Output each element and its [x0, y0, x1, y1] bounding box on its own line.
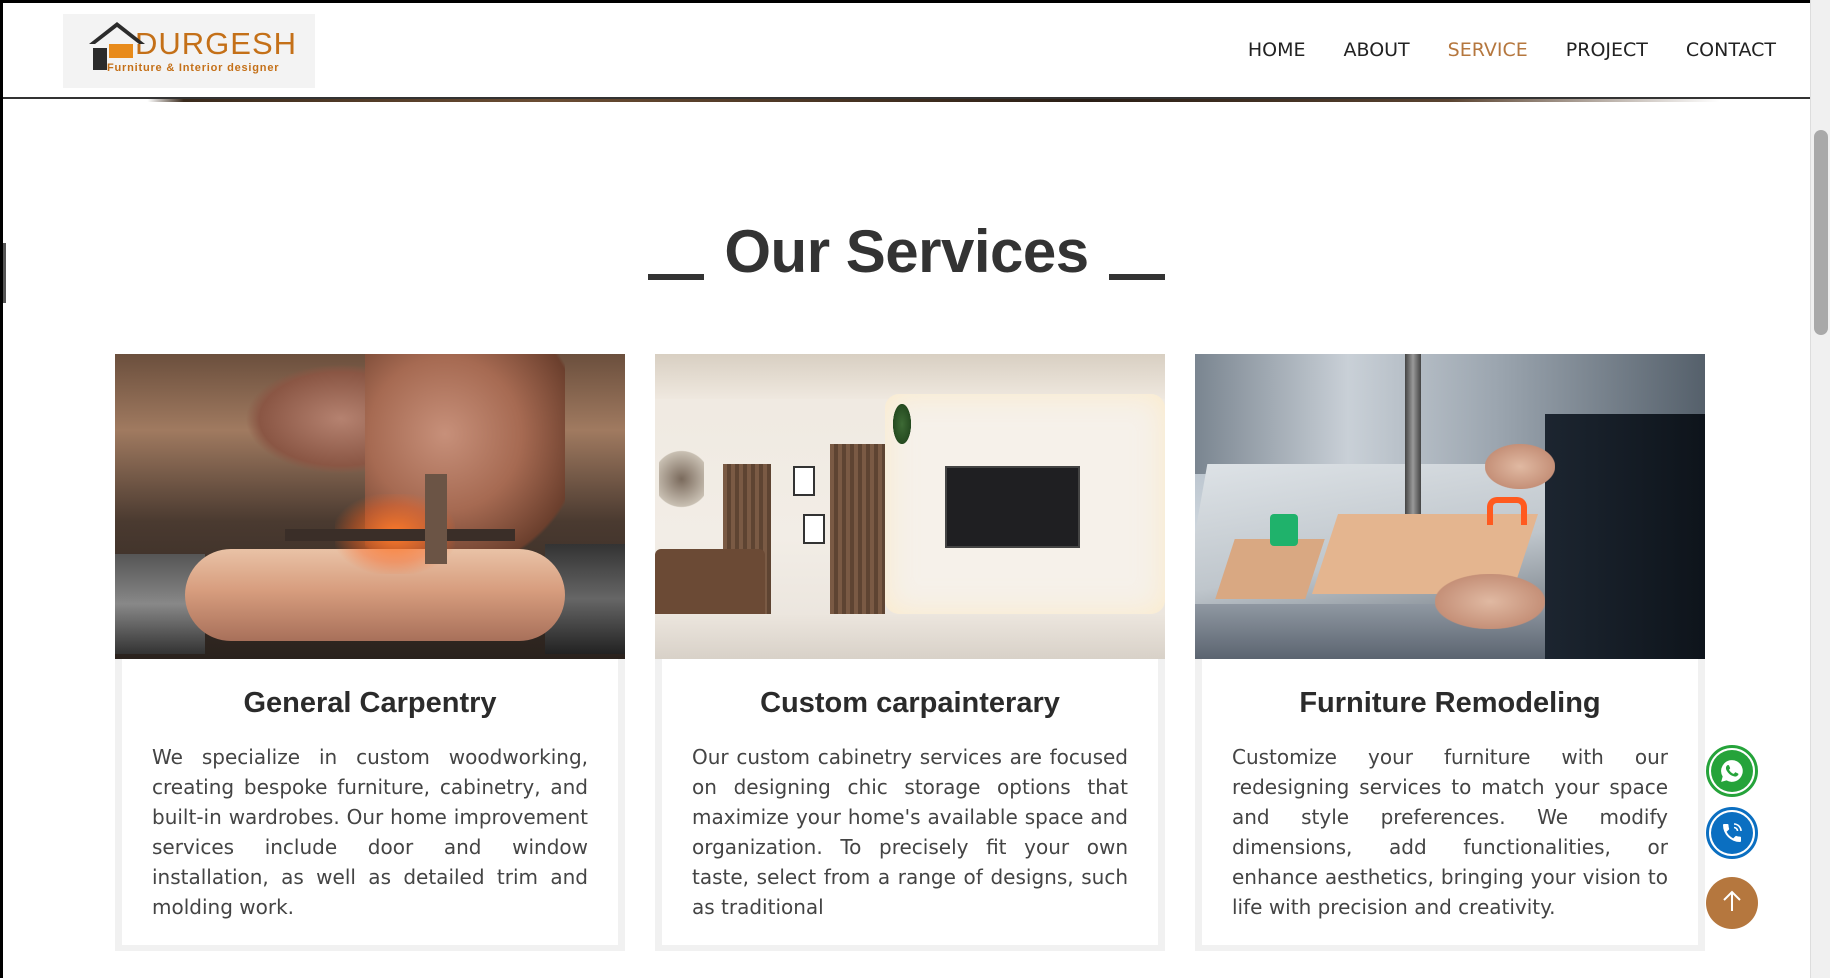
back-to-top-button[interactable]	[1706, 877, 1758, 929]
title-dash-right	[1108, 274, 1165, 280]
card-body: Custom carpainterary Our custom cabinetr…	[662, 659, 1158, 945]
nav-home[interactable]: HOME	[1248, 39, 1306, 61]
main-nav: HOME ABOUT SERVICE PROJECT CONTACT	[1210, 39, 1776, 61]
phone-icon	[1711, 812, 1753, 854]
card-title: Furniture Remodeling	[1299, 687, 1601, 719]
title-dash-left	[648, 274, 705, 280]
card-text: We specialize in custom woodworking, cre…	[152, 745, 588, 919]
service-card-carpentry[interactable]: General Carpentry We specialize in custo…	[115, 354, 625, 951]
furniture-remodeling-photo	[1195, 354, 1705, 659]
services-heading: Our Services	[3, 217, 1810, 286]
service-card-remodeling[interactable]: Furniture Remodeling Customize your furn…	[1195, 354, 1705, 951]
house-logo-icon	[89, 22, 145, 80]
site-header: DURGESH Furniture & Interior designer HO…	[3, 3, 1810, 99]
interior-living-room-photo	[655, 354, 1165, 659]
card-text: Our custom cabinetry services are focuse…	[692, 745, 1128, 919]
service-card-custom[interactable]: Custom carpainterary Our custom cabinetr…	[655, 354, 1165, 951]
page-scrollbar[interactable]	[1810, 0, 1830, 978]
nav-about[interactable]: ABOUT	[1344, 39, 1410, 61]
site-logo[interactable]: DURGESH Furniture & Interior designer	[63, 14, 315, 88]
whatsapp-button[interactable]	[1706, 745, 1758, 797]
scrollbar-thumb[interactable]	[1814, 130, 1828, 335]
nav-contact[interactable]: CONTACT	[1686, 39, 1776, 61]
nav-service[interactable]: SERVICE	[1448, 39, 1528, 61]
service-cards: General Carpentry We specialize in custo…	[115, 354, 1705, 951]
carpentry-lathe-photo	[115, 354, 625, 659]
nav-project[interactable]: PROJECT	[1566, 39, 1648, 61]
left-edge-tab	[3, 243, 6, 303]
services-title: Our Services	[724, 218, 1089, 285]
card-title: General Carpentry	[243, 687, 497, 719]
whatsapp-icon	[1711, 750, 1753, 792]
card-body: General Carpentry We specialize in custo…	[122, 659, 618, 945]
logo-title: DURGESH	[135, 26, 298, 61]
card-body: Furniture Remodeling Customize your furn…	[1202, 659, 1698, 945]
arrow-up-icon	[1721, 889, 1743, 918]
card-text: Customize your furniture with our redesi…	[1232, 745, 1668, 919]
card-title: Custom carpainterary	[760, 687, 1060, 719]
call-button[interactable]	[1706, 807, 1758, 859]
page: DURGESH Furniture & Interior designer HO…	[0, 0, 1810, 978]
